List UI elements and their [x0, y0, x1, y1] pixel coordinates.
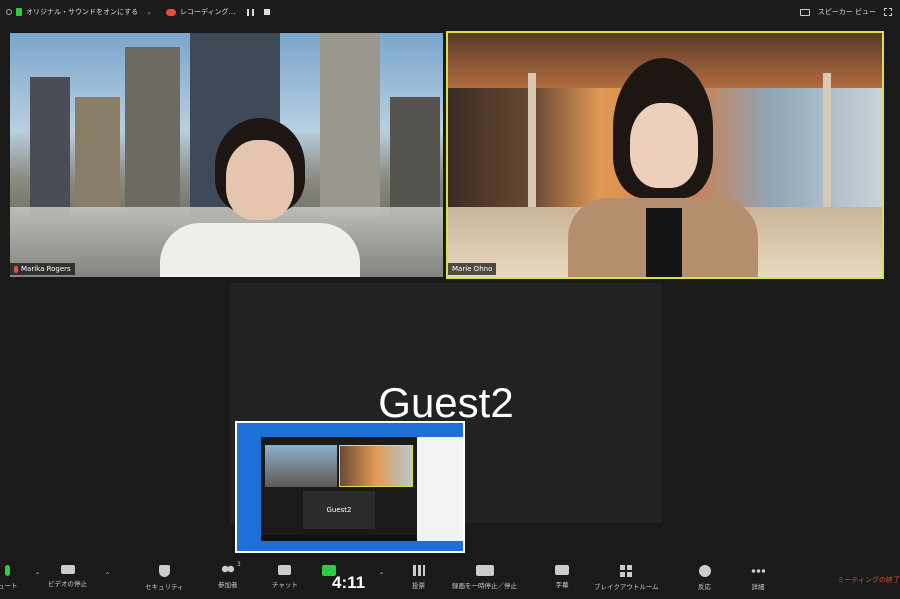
breakout-rooms-icon: [620, 565, 633, 577]
cloud-recording-icon: [165, 8, 176, 16]
preview-guest-tile: Guest2: [303, 491, 375, 529]
participants-icon: 3: [220, 561, 241, 575]
poll-label: 投票: [412, 582, 425, 590]
preview-tile: [265, 445, 337, 487]
reaction-smiley-icon: [698, 565, 711, 577]
breakout-label: ブレイクアウトルーム: [594, 583, 659, 591]
chat-bubble-icon: [278, 565, 292, 575]
background-building: [30, 77, 70, 217]
end-meeting-button[interactable]: ミーティングの終了: [837, 575, 900, 585]
mute-button[interactable]: ュート: [0, 565, 18, 590]
background-building: [390, 97, 440, 217]
more-button[interactable]: 詳細: [751, 565, 765, 591]
pause-stop-recording-button[interactable]: 録画を一時停止／停止: [452, 565, 517, 590]
original-sound-toggle[interactable]: オリジナル・サウンドをオンにする ⌄: [6, 7, 152, 17]
participant-video: [160, 118, 360, 277]
preview-desktop: Guest2: [237, 423, 463, 551]
captions-button[interactable]: 字幕: [555, 565, 569, 589]
more-dots-icon: [751, 569, 765, 573]
poll-icon: [412, 565, 425, 576]
polls-button[interactable]: 投票: [412, 565, 425, 590]
participants-count: 3: [236, 561, 241, 568]
more-label: 詳細: [751, 583, 765, 591]
pause-recording-label: 録画を一時停止／停止: [452, 582, 517, 590]
pause-stop-icon: [475, 565, 494, 576]
preview-side-panel: [417, 437, 463, 541]
chat-button[interactable]: チャット: [272, 565, 298, 589]
share-options-chevron-icon[interactable]: ⌃: [378, 571, 385, 580]
microphone-icon: [5, 565, 11, 576]
video-camera-icon: [60, 565, 75, 574]
participant-video: [568, 58, 758, 277]
countdown-timer: 4:11: [332, 573, 366, 592]
speaker-view-icon: [799, 8, 810, 16]
audio-options-chevron-icon[interactable]: ⌃: [34, 571, 41, 580]
closed-caption-icon: [555, 565, 569, 575]
participants-label: 参加者: [218, 581, 238, 589]
reactions-label: 反応: [698, 583, 711, 591]
mic-status-icon: [16, 8, 22, 16]
meeting-top-bar: オリジナル・サウンドをオンにする ⌄ レコーディング… スピーカー ビュー: [0, 0, 900, 24]
participant-name-tag: Marika Rogers: [10, 263, 75, 275]
preview-meeting-window: Guest2: [261, 437, 417, 541]
chevron-down-icon[interactable]: ⌄: [146, 8, 152, 16]
pause-recording-icon[interactable]: [247, 8, 255, 16]
video-tile-marie-ohno[interactable]: Marie Ohno: [446, 31, 884, 279]
muted-mic-icon: [14, 265, 18, 273]
video-tile-marika-rogers[interactable]: Marika Rogers: [10, 33, 443, 277]
shield-icon: [158, 565, 170, 577]
reactions-button[interactable]: 反応: [698, 565, 711, 591]
original-sound-label: オリジナル・サウンドをオンにする: [26, 8, 139, 16]
preview-toolbar: [261, 535, 417, 541]
background-building: [75, 97, 120, 217]
participant-name: Marie Ohno: [452, 265, 493, 273]
recording-indicator: レコーディング…: [165, 7, 271, 17]
status-indicator-icon: [6, 9, 12, 15]
security-button[interactable]: セキュリティ: [145, 565, 184, 591]
chat-label: チャット: [272, 581, 298, 589]
participant-name-tag: Marie Ohno: [448, 263, 497, 275]
video-options-chevron-icon[interactable]: ⌃: [104, 571, 111, 580]
stop-recording-icon[interactable]: [264, 9, 271, 15]
captions-label: 字幕: [555, 581, 569, 589]
participants-button[interactable]: 3 参加者: [218, 561, 241, 589]
participant-name: Marika Rogers: [21, 265, 71, 273]
security-label: セキュリティ: [145, 583, 184, 591]
mute-label: ュート: [0, 582, 18, 590]
share-preview-thumbnail[interactable]: Guest2: [235, 421, 465, 553]
guest-display-name: Guest2: [378, 379, 514, 426]
recording-label: レコーディング…: [179, 8, 236, 16]
meeting-controls-toolbar: ュート ⌃ ビデオの停止 ⌃ セキュリティ 3 参加者 チャット 画面 ⌃ 投票…: [0, 559, 900, 599]
video-label: ビデオの停止: [48, 580, 87, 588]
fullscreen-icon[interactable]: [884, 8, 892, 16]
preview-tile: [339, 445, 413, 487]
stop-video-button[interactable]: ビデオの停止: [48, 565, 87, 588]
breakout-rooms-button[interactable]: ブレイクアウトルーム: [594, 565, 659, 591]
speaker-view-button[interactable]: スピーカー ビュー: [818, 7, 876, 17]
